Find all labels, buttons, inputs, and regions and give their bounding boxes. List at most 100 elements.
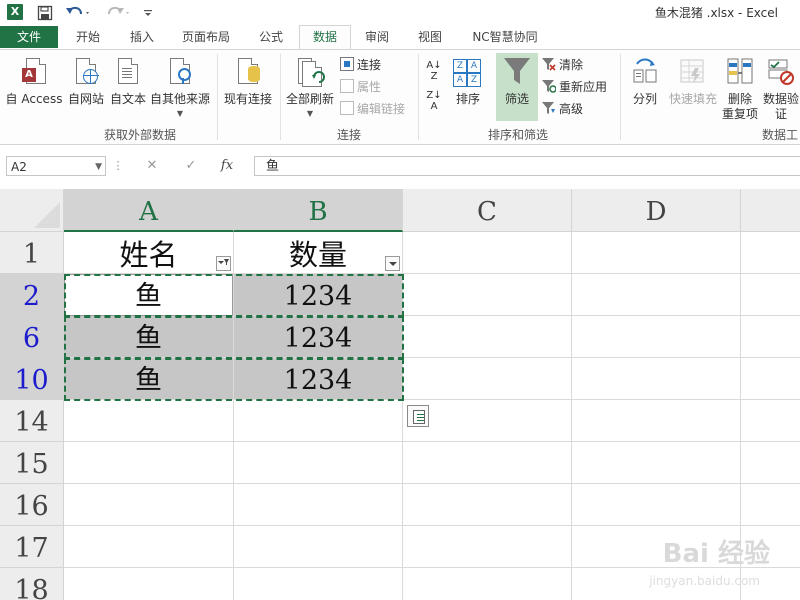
tab-nc-collab[interactable]: NC智慧协同 [462, 26, 548, 48]
cell-e10[interactable] [741, 358, 800, 400]
tab-data[interactable]: 数据 [299, 25, 351, 50]
cell-d14[interactable] [572, 400, 741, 442]
cell-e14[interactable] [741, 400, 800, 442]
row-header-1[interactable]: 1 [0, 232, 64, 274]
column-header-e[interactable] [741, 189, 800, 232]
customize-qat-icon[interactable] [140, 3, 156, 23]
name-box-dropdown-icon[interactable]: ▼ [95, 157, 102, 177]
cell-c2[interactable] [403, 274, 572, 316]
from-other-sources-button[interactable]: 自其他来源 ▼ [148, 56, 212, 122]
advanced-filter-button[interactable]: 高级 [542, 100, 583, 118]
cell-c15[interactable] [403, 442, 572, 484]
cell-a17[interactable] [64, 526, 234, 568]
cell-b18[interactable] [234, 568, 403, 600]
formula-bar-grip-icon: ⋮ [112, 159, 124, 172]
tab-file[interactable]: 文件 [0, 26, 58, 48]
save-icon[interactable] [34, 3, 56, 23]
baidu-watermark: Bai 经验 [662, 539, 770, 569]
cell-c17[interactable] [403, 526, 572, 568]
filter-button[interactable]: 筛选 [496, 53, 538, 121]
column-header-c[interactable]: C [403, 189, 572, 232]
copy-marquee-row-6 [64, 316, 404, 359]
remove-duplicates-button[interactable]: 删除 重复项 [720, 56, 760, 122]
cell-e6[interactable] [741, 316, 800, 358]
cell-d6[interactable] [572, 316, 741, 358]
cell-e2[interactable] [741, 274, 800, 316]
from-access-button[interactable]: A 自 Access [2, 56, 66, 122]
cell-a18[interactable] [64, 568, 234, 600]
cell-a15[interactable] [64, 442, 234, 484]
dropdown-arrow-icon: ▼ [176, 109, 184, 118]
baidu-watermark-url: jingyan.baidu.com [649, 574, 760, 588]
filter-dropdown-a-icon[interactable] [216, 256, 231, 271]
cell-c18[interactable] [403, 568, 572, 600]
undo-icon[interactable] [64, 3, 94, 23]
data-validation-button[interactable]: 数据验 证 [760, 56, 800, 122]
row-header-15[interactable]: 15 [0, 442, 64, 484]
sort-button[interactable]: Z A A Z 排序 [448, 56, 488, 122]
row-header-10[interactable]: 10 [0, 358, 64, 400]
from-other-sources-label: 自其他来源 [149, 92, 210, 106]
cell-c1[interactable] [403, 232, 572, 274]
cell-e1[interactable] [741, 232, 800, 274]
row-header-18[interactable]: 18 [0, 568, 64, 600]
edit-links-button[interactable]: 编辑链接 [340, 100, 405, 118]
from-web-button[interactable]: 自网站 [66, 56, 106, 122]
row-header-16[interactable]: 16 [0, 484, 64, 526]
text-to-columns-button[interactable]: 分列 [624, 56, 666, 122]
ribbon: A 自 Access 自网站 自文本 自其他来源 ▼ 现有连接 获取外部数据 全… [0, 49, 800, 145]
refresh-all-button[interactable]: 全部刷新 ▼ [283, 56, 337, 122]
cell-d15[interactable] [572, 442, 741, 484]
quick-analysis-icon[interactable] [407, 405, 429, 427]
existing-connections-label: 现有连接 [223, 92, 272, 106]
cell-a1[interactable]: 姓名 [64, 232, 234, 274]
redo-icon[interactable] [104, 3, 134, 23]
formula-input[interactable]: 鱼 [254, 156, 800, 176]
cell-a14[interactable] [64, 400, 234, 442]
row-header-14[interactable]: 14 [0, 400, 64, 442]
tab-insert[interactable]: 插入 [116, 26, 168, 48]
cell-e15[interactable] [741, 442, 800, 484]
tab-page-layout[interactable]: 页面布局 [170, 26, 242, 48]
cell-d16[interactable] [572, 484, 741, 526]
from-text-button[interactable]: 自文本 [108, 56, 148, 122]
select-all-corner[interactable] [0, 189, 64, 232]
cell-d10[interactable] [572, 358, 741, 400]
tab-view[interactable]: 视图 [405, 26, 455, 48]
cell-b14[interactable] [234, 400, 403, 442]
ribbon-tabs: 文件 开始 插入 页面布局 公式 数据 审阅 视图 NC智慧协同 [0, 25, 800, 50]
cell-d1[interactable] [572, 232, 741, 274]
enter-icon[interactable]: ✓ [181, 157, 201, 175]
cell-c16[interactable] [403, 484, 572, 526]
cell-b17[interactable] [234, 526, 403, 568]
column-header-b[interactable]: B [234, 189, 403, 232]
row-header-17[interactable]: 17 [0, 526, 64, 568]
row-header-6[interactable]: 6 [0, 316, 64, 358]
tab-review[interactable]: 审阅 [352, 26, 402, 48]
properties-button[interactable]: 属性 [340, 78, 381, 96]
connections-button[interactable]: 连接 [340, 56, 381, 74]
reapply-button[interactable]: 重新应用 [542, 78, 607, 96]
cell-a16[interactable] [64, 484, 234, 526]
filter-dropdown-b-icon[interactable] [385, 256, 400, 271]
column-header-a[interactable]: A [64, 189, 234, 232]
row-header-2[interactable]: 2 [0, 274, 64, 316]
flash-fill-button[interactable]: 快速填充 [666, 56, 720, 122]
existing-connections-button[interactable]: 现有连接 [220, 56, 276, 122]
cell-b16[interactable] [234, 484, 403, 526]
cell-c6[interactable] [403, 316, 572, 358]
cancel-icon[interactable]: ✕ [142, 157, 162, 175]
cell-d2[interactable] [572, 274, 741, 316]
tab-home[interactable]: 开始 [62, 26, 114, 48]
filter-label: 筛选 [504, 92, 529, 106]
clear-filter-button[interactable]: 清除 [542, 56, 583, 74]
sort-az-button[interactable]: A↓ Z Z↓ A [422, 60, 446, 112]
cell-b15[interactable] [234, 442, 403, 484]
cell-b1[interactable]: 数量 [234, 232, 403, 274]
cell-e16[interactable] [741, 484, 800, 526]
cell-c10[interactable] [403, 358, 572, 400]
insert-function-icon[interactable]: fx [217, 157, 237, 175]
name-box[interactable]: A2 ▼ [6, 156, 106, 176]
tab-formulas[interactable]: 公式 [246, 26, 296, 48]
column-header-d[interactable]: D [572, 189, 741, 232]
